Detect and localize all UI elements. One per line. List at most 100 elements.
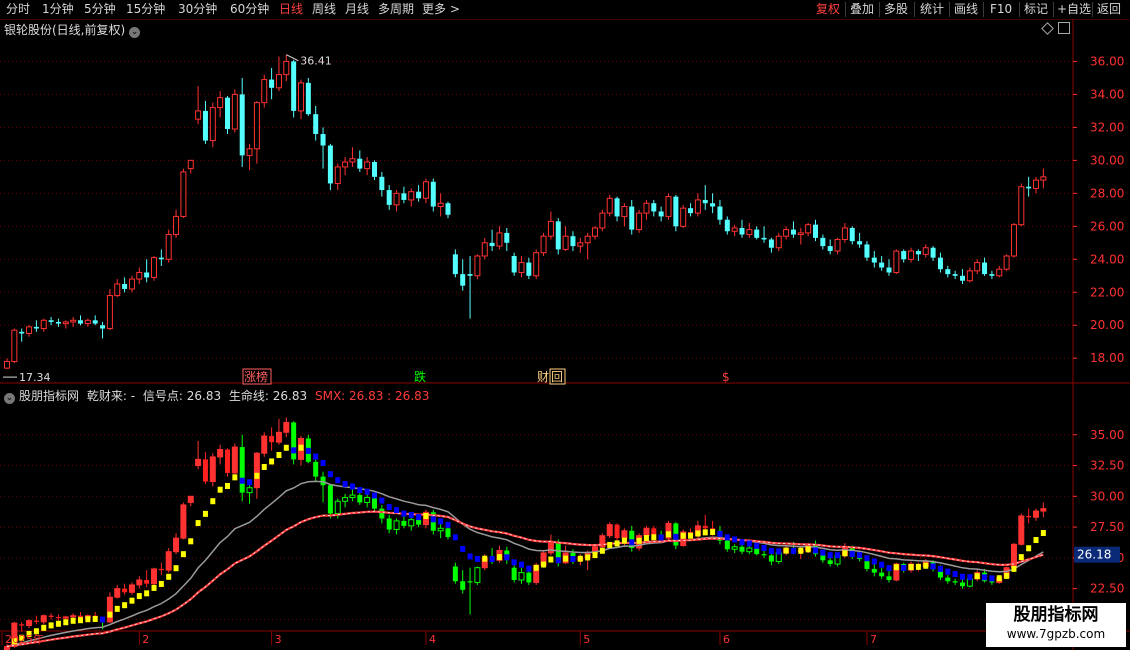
candle-body bbox=[547, 220, 554, 237]
candle-body bbox=[511, 255, 517, 273]
candle-body bbox=[592, 227, 598, 237]
indicator-body bbox=[62, 616, 69, 619]
signal-dash bbox=[423, 513, 429, 520]
candle-body bbox=[122, 284, 128, 289]
candle-body bbox=[746, 229, 753, 236]
indicator-body bbox=[386, 518, 392, 530]
signal-dash bbox=[173, 565, 179, 572]
date-tick-label: 5 bbox=[583, 633, 590, 646]
indicator-body bbox=[467, 581, 473, 583]
candle-body bbox=[26, 326, 33, 334]
signal-dash bbox=[651, 534, 657, 541]
price-tick-label: 30.00 bbox=[1090, 153, 1124, 167]
price-tick-label: 22.00 bbox=[1090, 285, 1124, 299]
candle-body bbox=[864, 244, 870, 258]
signal-dash bbox=[467, 553, 473, 560]
signal-dash bbox=[261, 463, 267, 470]
indicator-body bbox=[547, 541, 554, 554]
candle-body bbox=[195, 110, 202, 120]
price-tick-label: 28.00 bbox=[1090, 186, 1124, 200]
candle-body bbox=[1003, 255, 1010, 270]
price-tick-label: 36.00 bbox=[1090, 54, 1124, 68]
signal-dash bbox=[717, 530, 723, 537]
indicator-body bbox=[187, 495, 194, 503]
price-tick-label: 32.00 bbox=[1090, 120, 1124, 134]
signal-dash bbox=[879, 561, 885, 568]
signal-dash bbox=[107, 611, 113, 618]
candle-body bbox=[629, 206, 635, 230]
candle-body bbox=[48, 320, 54, 322]
indicator-body bbox=[19, 624, 25, 626]
signal-dash bbox=[643, 535, 649, 542]
candle-body bbox=[70, 319, 77, 323]
candle-body bbox=[570, 236, 576, 247]
candle-body bbox=[349, 158, 356, 163]
candle-body bbox=[422, 181, 429, 199]
signal-dash bbox=[827, 552, 833, 559]
indicator-body bbox=[731, 546, 738, 550]
candle-body bbox=[269, 79, 275, 88]
signal-dash bbox=[394, 507, 400, 514]
signal-dash bbox=[945, 568, 951, 575]
candle-body bbox=[673, 196, 679, 227]
candle-body bbox=[202, 110, 208, 141]
candle-body bbox=[364, 161, 371, 170]
candle-body bbox=[386, 190, 392, 205]
event-label: 财 bbox=[537, 370, 549, 384]
signal-dash bbox=[313, 453, 319, 460]
candle-body bbox=[84, 319, 91, 325]
signal-dash bbox=[813, 547, 818, 554]
indicator-body bbox=[518, 572, 525, 581]
candle-body bbox=[291, 61, 297, 111]
signal-dash bbox=[276, 451, 282, 458]
signal-dash bbox=[283, 444, 289, 451]
signal-dash bbox=[1040, 530, 1046, 537]
signal-dash bbox=[820, 549, 826, 556]
signal-dash bbox=[247, 479, 253, 486]
indicator-body bbox=[269, 436, 275, 443]
indicator-body bbox=[275, 431, 282, 443]
indicator-body bbox=[1026, 516, 1032, 518]
qcl-value: 乾财来: - bbox=[86, 389, 136, 403]
life-line-value: 生命线: 26.83 bbox=[228, 389, 308, 403]
indicator-body bbox=[144, 580, 150, 584]
candle-body bbox=[960, 275, 965, 281]
indicator-body bbox=[342, 497, 349, 502]
candle-body bbox=[820, 237, 826, 247]
high-marker bbox=[286, 54, 299, 62]
signal-dash bbox=[548, 556, 554, 563]
indicator-body bbox=[357, 495, 363, 503]
kline-chart-canvas[interactable]: 36.00 34.00 32.00 30.00 28.00 26.00 24.00 22.00… bbox=[0, 0, 1130, 650]
candle-body bbox=[982, 262, 988, 275]
candle-body bbox=[526, 262, 532, 276]
indicator-name[interactable]: 股朋指标网 bbox=[19, 389, 79, 403]
signal-dash bbox=[92, 615, 98, 622]
candle-body bbox=[217, 97, 224, 109]
event-label: 涨榜 bbox=[244, 369, 268, 384]
indicator-body bbox=[952, 581, 958, 583]
candle-body bbox=[621, 206, 628, 217]
signal-dash bbox=[335, 477, 341, 484]
indicator-body bbox=[614, 524, 620, 539]
candle-body bbox=[739, 227, 745, 235]
signal-dash bbox=[254, 472, 260, 479]
indicator-body bbox=[70, 615, 77, 618]
indicator-body bbox=[886, 576, 892, 580]
indicator-body bbox=[393, 520, 400, 531]
candle-body bbox=[989, 274, 995, 276]
candle-body bbox=[298, 82, 304, 112]
indicator-body bbox=[136, 579, 143, 586]
chevron-down-icon[interactable]: ⌄ bbox=[4, 393, 15, 404]
signal-dash bbox=[923, 562, 929, 569]
indicator-body bbox=[313, 461, 319, 477]
signal-dash bbox=[805, 546, 811, 553]
signal-dash bbox=[754, 542, 760, 549]
candle-body bbox=[658, 211, 664, 217]
candle-body bbox=[966, 270, 973, 282]
candle-body bbox=[688, 208, 694, 214]
candle-body bbox=[187, 159, 194, 170]
signal-dash bbox=[349, 483, 355, 490]
signal-dash bbox=[790, 547, 796, 554]
candle-body bbox=[283, 60, 290, 76]
date-tick-label: 3 bbox=[275, 633, 282, 646]
